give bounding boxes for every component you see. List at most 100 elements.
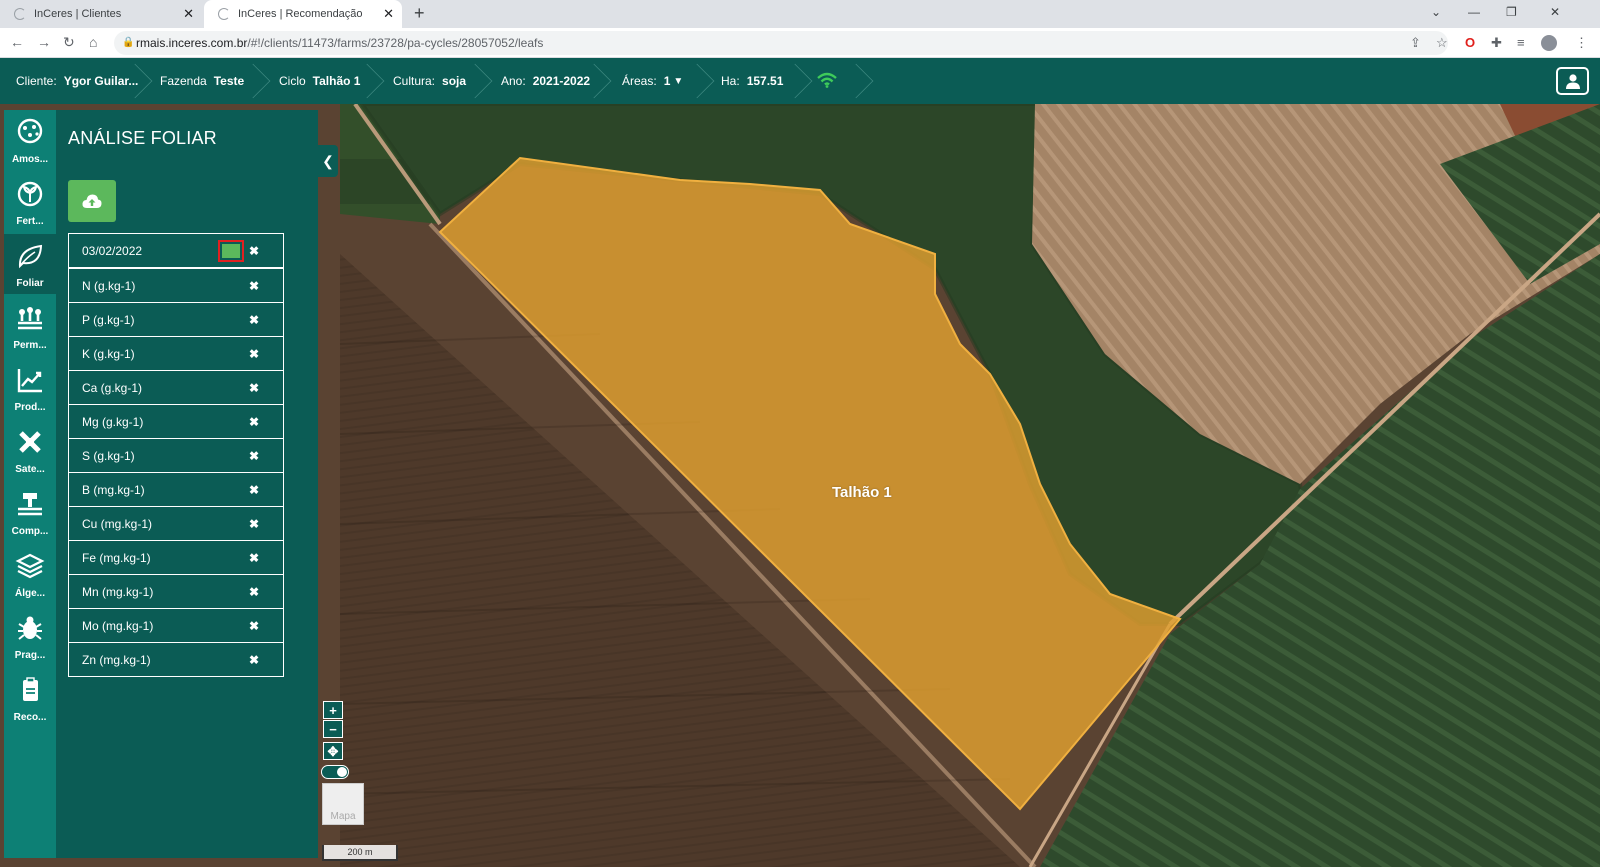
restore-button[interactable]: ❐ xyxy=(1506,5,1517,19)
analysis-date-row[interactable]: 03/02/2022 ✖ xyxy=(68,233,284,268)
rail-item-perm[interactable]: Perm... xyxy=(4,296,56,356)
rail-label: Amos... xyxy=(11,154,49,165)
breadcrumb-ciclo[interactable]: Ciclo Talhão 1 xyxy=(279,58,360,104)
rail-label: Álge... xyxy=(14,588,45,599)
basemap-label: Mapa xyxy=(330,811,356,822)
delete-icon[interactable]: ✖ xyxy=(249,381,259,395)
nutrient-row[interactable]: Fe (mg.kg-1) ✖ xyxy=(68,541,284,575)
tab-close-icon[interactable]: ✕ xyxy=(183,6,194,22)
nutrient-list: 03/02/2022 ✖ N (g.kg-1) ✖ P (g.kg-1) ✖ K (g.… xyxy=(68,233,284,677)
delete-icon[interactable]: ✖ xyxy=(249,347,259,361)
rail-label: Fert... xyxy=(16,216,44,227)
productivity-chart-icon xyxy=(17,369,42,393)
breadcrumb-fazenda[interactable]: Fazenda Teste xyxy=(160,58,244,104)
nutrient-row[interactable]: Cu (mg.kg-1) ✖ xyxy=(68,507,284,541)
address-bar: ← → ↻ ⌂ 🔒 rmais.inceres.com.br/#!/clients… xyxy=(0,28,1600,58)
zoom-out-button[interactable]: − xyxy=(323,720,343,738)
opera-extension-icon[interactable]: O xyxy=(1465,35,1475,50)
delete-icon[interactable]: ✖ xyxy=(249,313,259,327)
delete-icon[interactable]: ✖ xyxy=(249,551,259,565)
rail-label: Comp... xyxy=(11,526,49,537)
rail-item-pragas[interactable]: Prag... xyxy=(4,606,56,666)
profile-avatar[interactable] xyxy=(1541,35,1557,51)
delete-icon[interactable]: ✖ xyxy=(249,517,259,531)
delete-icon[interactable]: ✖ xyxy=(249,619,259,633)
map-scale-bar: 200 m xyxy=(322,845,398,861)
map-view-icon[interactable] xyxy=(218,240,244,262)
media-queue-icon[interactable]: ≡ xyxy=(1517,35,1525,50)
browser-tab-recomendacao[interactable]: InCeres | Recomendação ✕ xyxy=(204,0,402,28)
extensions-puzzle-icon[interactable]: ✚ xyxy=(1491,35,1502,51)
nutrient-row[interactable]: Ca (g.kg-1) ✖ xyxy=(68,371,284,405)
browser-tab-clientes[interactable]: InCeres | Clientes ✕ xyxy=(0,0,202,28)
panel-title: ANÁLISE FOLIAR xyxy=(68,128,217,148)
minimize-button[interactable]: — xyxy=(1468,5,1480,19)
browser-menu-icon[interactable]: ⋮ xyxy=(1575,35,1588,51)
layer-toggle[interactable] xyxy=(321,765,349,779)
rail-item-fertilidade[interactable]: Fert... xyxy=(4,172,56,232)
rail-item-satelite[interactable]: Sate... xyxy=(4,420,56,480)
share-icon[interactable]: ⇪ xyxy=(1410,35,1421,51)
delete-icon[interactable]: ✖ xyxy=(249,585,259,599)
rail-label: Perm... xyxy=(13,340,47,351)
nutrient-row[interactable]: S (g.kg-1) ✖ xyxy=(68,439,284,473)
rail-item-algebra[interactable]: Álge... xyxy=(4,544,56,604)
forward-icon[interactable]: → xyxy=(37,34,51,50)
basemap-switcher[interactable]: Mapa xyxy=(322,783,364,825)
nutrient-row[interactable]: Zn (mg.kg-1) ✖ xyxy=(68,643,284,677)
browser-tab-bar: InCeres | Clientes ✕ InCeres | Recomenda… xyxy=(0,0,1600,28)
nutrient-row[interactable]: Mg (g.kg-1) ✖ xyxy=(68,405,284,439)
delete-icon[interactable]: ✖ xyxy=(249,653,259,667)
nutrient-label: N (g.kg-1) xyxy=(82,278,136,293)
wifi-icon xyxy=(817,72,837,88)
upload-button[interactable] xyxy=(68,180,116,222)
nutrient-row[interactable]: Mn (mg.kg-1) ✖ xyxy=(68,575,284,609)
delete-icon[interactable]: ✖ xyxy=(249,415,259,429)
home-icon[interactable]: ⌂ xyxy=(89,34,97,50)
back-icon[interactable]: ← xyxy=(10,34,24,50)
breadcrumb-separator xyxy=(838,63,874,99)
tab-search-icon[interactable]: ⌄ xyxy=(1431,5,1441,19)
breadcrumb-ha: Ha: 157.51 xyxy=(721,58,783,104)
rail-label: Foliar xyxy=(16,278,44,289)
module-rail: Amos... Fert... Foliar Perm... Prod... S… xyxy=(4,110,56,858)
rail-label: Sate... xyxy=(15,464,45,475)
bookmark-star-icon[interactable]: ☆ xyxy=(1436,35,1448,51)
collapse-panel-button[interactable]: ❮ xyxy=(318,145,338,177)
user-icon xyxy=(1565,74,1580,89)
pan-move-icon[interactable]: ✥ xyxy=(323,742,343,760)
nutrient-row[interactable]: B (mg.kg-1) ✖ xyxy=(68,473,284,507)
inceres-favicon-icon xyxy=(14,8,26,20)
rail-item-compactacao[interactable]: Comp... xyxy=(4,482,56,542)
rail-item-produtividade[interactable]: Prod... xyxy=(4,358,56,418)
reload-icon[interactable]: ↻ xyxy=(63,34,75,51)
nutrient-label: B (mg.kg-1) xyxy=(82,482,145,497)
delete-icon[interactable]: ✖ xyxy=(249,244,259,258)
rail-label: Prod... xyxy=(14,402,46,413)
permanent-crop-icon xyxy=(18,307,42,330)
rail-item-recomendacao[interactable]: Reco... xyxy=(4,668,56,728)
nutrient-row[interactable]: K (g.kg-1) ✖ xyxy=(68,337,284,371)
rail-item-amostragem[interactable]: Amos... xyxy=(4,110,56,170)
nutrient-label: Zn (mg.kg-1) xyxy=(82,652,151,667)
areas-dropdown[interactable]: Áreas: 1 ▼ xyxy=(622,58,683,104)
new-tab-button[interactable]: + xyxy=(414,3,425,24)
nutrient-row[interactable]: P (g.kg-1) ✖ xyxy=(68,303,284,337)
user-account-button[interactable] xyxy=(1556,67,1589,95)
fertility-icon xyxy=(17,181,43,207)
delete-icon[interactable]: ✖ xyxy=(249,279,259,293)
delete-icon[interactable]: ✖ xyxy=(249,483,259,497)
nutrient-row[interactable]: Mo (mg.kg-1) ✖ xyxy=(68,609,284,643)
nutrient-row[interactable]: N (g.kg-1) ✖ xyxy=(68,268,284,303)
window-close-button[interactable]: ✕ xyxy=(1550,5,1560,19)
breadcrumb-cultura[interactable]: Cultura: soja xyxy=(393,58,466,104)
areas-value: 1 xyxy=(663,74,671,88)
analysis-date: 03/02/2022 xyxy=(82,243,143,258)
layers-icon xyxy=(15,553,45,579)
tab-close-icon[interactable]: ✕ xyxy=(383,6,394,22)
rail-item-foliar[interactable]: Foliar xyxy=(4,234,56,294)
delete-icon[interactable]: ✖ xyxy=(249,449,259,463)
bug-icon xyxy=(18,616,42,640)
url-field[interactable]: 🔒 rmais.inceres.com.br/#!/clients/11473/f… xyxy=(114,31,1448,55)
zoom-in-button[interactable]: + xyxy=(323,701,343,719)
